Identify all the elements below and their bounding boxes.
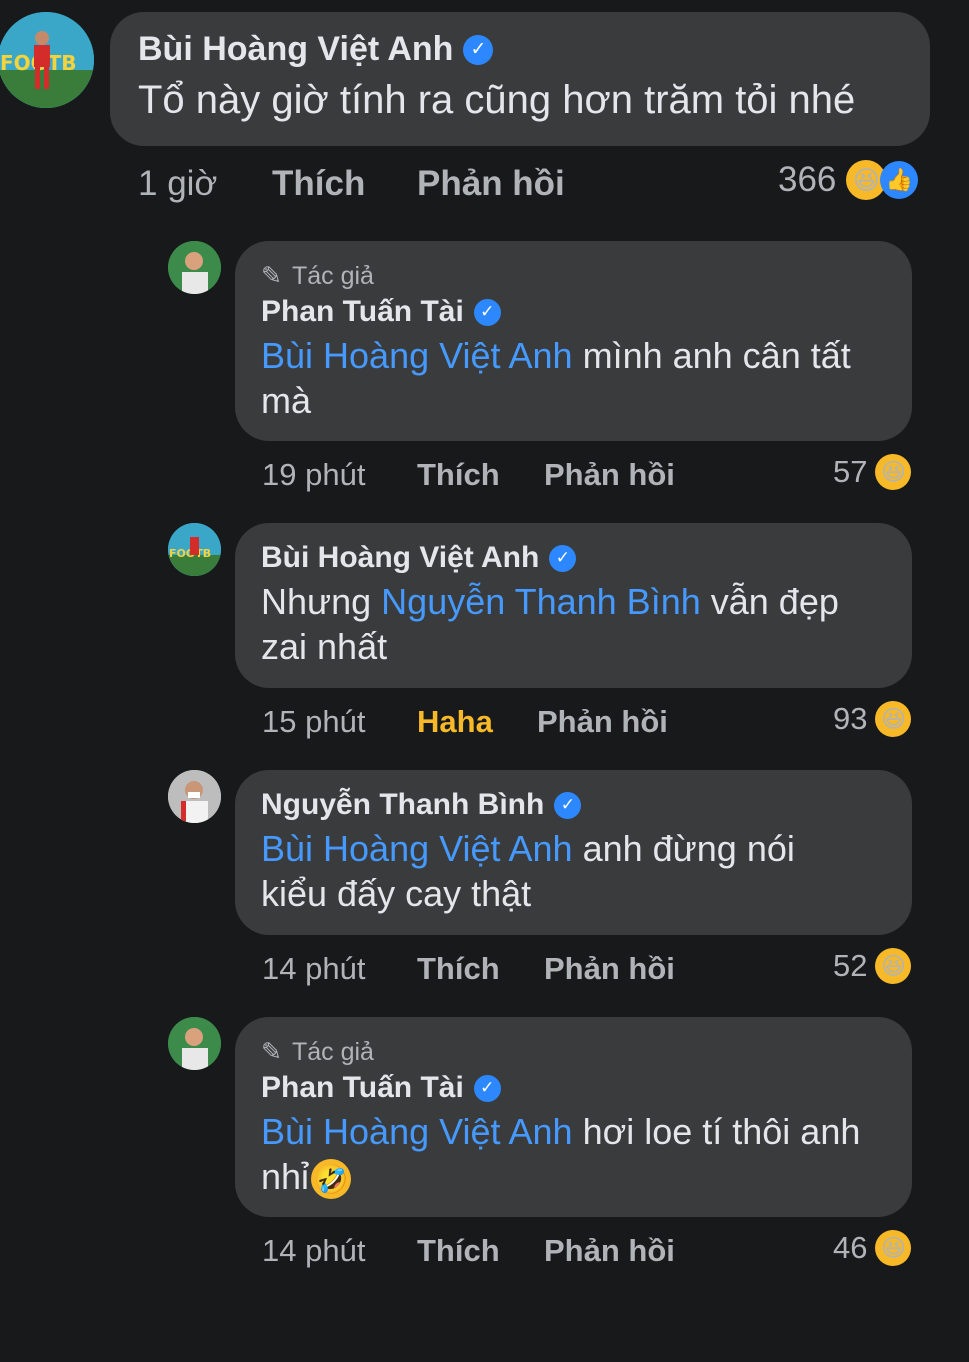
avatar[interactable]: FOOTB	[168, 523, 221, 576]
reaction-summary[interactable]: 57 😆	[833, 454, 912, 490]
haha-reaction-icon: 😆	[875, 701, 912, 737]
mention-link[interactable]: Bùi Hoàng Việt Anh	[261, 1111, 573, 1152]
commenter-name[interactable]: Nguyễn Thanh Bình	[261, 788, 544, 822]
comment-text: anh đừng nói	[572, 828, 795, 869]
comment-time[interactable]: 14 phút	[262, 951, 417, 987]
reply-button[interactable]: Phản hồi	[544, 951, 675, 987]
commenter-name[interactable]: Bùi Hoàng Việt Anh	[261, 541, 539, 575]
reaction-count: 57	[833, 454, 868, 489]
like-button[interactable]: Thích	[272, 164, 417, 204]
commenter-name[interactable]: Phan Tuấn Tài	[261, 1071, 464, 1105]
like-button[interactable]: Thích	[417, 457, 544, 493]
haha-reaction-button[interactable]: Haha	[417, 704, 537, 740]
comment-bubble[interactable]: Bùi Hoàng Việt Anh ✓ Tổ này giờ tính ra …	[110, 12, 930, 146]
like-reaction-icon: 👍	[880, 161, 919, 199]
reaction-count: 366	[778, 160, 837, 199]
comment-text: hơi loe tí thôi anh	[572, 1111, 861, 1152]
reply-button[interactable]: Phản hồi	[537, 704, 668, 740]
author-tag-label: Tác giả	[291, 1037, 374, 1066]
verified-badge-icon: ✓	[554, 791, 582, 819]
verified-badge-icon: ✓	[463, 34, 494, 65]
comment-text-line2: nhỉ	[261, 1156, 310, 1197]
comment-time[interactable]: 14 phút	[262, 1233, 417, 1269]
comment-text: mình anh cân tất	[572, 335, 851, 376]
commenter-name[interactable]: Bùi Hoàng Việt Anh	[138, 30, 453, 69]
verified-badge-icon: ✓	[473, 298, 501, 326]
commenter-name[interactable]: Phan Tuấn Tài	[261, 295, 464, 329]
author-tag: ✎ Tác giả	[261, 261, 912, 291]
author-tag-label: Tác giả	[291, 261, 374, 290]
reaction-summary[interactable]: 93 😆	[833, 701, 912, 737]
comment-text: Tổ này giờ tính ra cũng hơn trăm tỏi nhé	[138, 78, 856, 122]
reaction-summary[interactable]: 52 😆	[833, 948, 912, 984]
author-tag: ✎ Tác giả	[261, 1037, 912, 1067]
like-button[interactable]: Thích	[417, 1233, 544, 1269]
avatar[interactable]	[168, 1017, 221, 1070]
reaction-summary[interactable]: 366 😆 👍	[778, 160, 919, 200]
comment-text-prefix: Nhưng	[261, 581, 382, 622]
avatar-image	[168, 770, 221, 823]
comment-bubble[interactable]: ✎ Tác giả Phan Tuấn Tài ✓ Bùi Hoàng Việt…	[235, 1017, 912, 1217]
comment-5: ✎ Tác giả Phan Tuấn Tài ✓ Bùi Hoàng Việt…	[0, 0, 969, 1268]
verified-badge-icon: ✓	[549, 544, 577, 572]
mention-link[interactable]: Bùi Hoàng Việt Anh	[261, 828, 573, 869]
avatar-image: FOOTB	[168, 523, 221, 576]
avatar[interactable]	[168, 770, 221, 823]
avatar[interactable]	[168, 241, 221, 294]
comment-time[interactable]: 15 phút	[262, 704, 417, 740]
reaction-count: 52	[833, 948, 868, 983]
mention-link[interactable]: Bùi Hoàng Việt Anh	[261, 335, 573, 376]
pencil-icon: ✎	[261, 262, 282, 290]
comment-text-line2: mà	[261, 380, 312, 421]
avatar-image	[168, 241, 221, 294]
haha-reaction-icon: 😆	[875, 454, 912, 490]
reply-button[interactable]: Phản hồi	[544, 457, 675, 493]
comment-bubble[interactable]: ✎ Tác giả Phan Tuấn Tài ✓ Bùi Hoàng Việt…	[235, 241, 912, 441]
reaction-summary[interactable]: 46 😆	[833, 1230, 912, 1266]
avatar-image: FOOTB	[0, 12, 94, 108]
avatar[interactable]: FOOTB	[0, 12, 94, 108]
reply-button[interactable]: Phản hồi	[544, 1233, 675, 1269]
comment-text-line2: zai nhất	[261, 626, 388, 667]
mention-link[interactable]: Nguyễn Thanh Bình	[381, 581, 701, 622]
comment-time[interactable]: 19 phút	[262, 457, 417, 493]
verified-badge-icon: ✓	[473, 1074, 501, 1102]
haha-reaction-icon: 😆	[875, 1230, 912, 1266]
reply-button[interactable]: Phản hồi	[417, 164, 565, 204]
rolling-laughing-emoji-icon: 🤣	[311, 1159, 352, 1200]
comment-text-line2: kiểu đấy cay thật	[261, 873, 532, 914]
comment-text-suffix: vẫn đẹp	[700, 581, 839, 622]
avatar-image	[168, 1017, 221, 1070]
comment-bubble[interactable]: Nguyễn Thanh Bình ✓ Bùi Hoàng Việt Anh a…	[235, 770, 912, 935]
comment-time[interactable]: 1 giờ	[138, 164, 272, 204]
like-button[interactable]: Thích	[417, 951, 544, 987]
comment-bubble[interactable]: Bùi Hoàng Việt Anh ✓ Nhưng Nguyễn Thanh …	[235, 523, 912, 688]
pencil-icon: ✎	[261, 1038, 282, 1066]
haha-reaction-icon: 😆	[875, 948, 912, 984]
comment-1: FOOTB Bùi Hoàng Việt Anh ✓ Tổ này giờ tí…	[0, 0, 969, 215]
reaction-count: 93	[833, 701, 868, 736]
reaction-count: 46	[833, 1230, 868, 1265]
